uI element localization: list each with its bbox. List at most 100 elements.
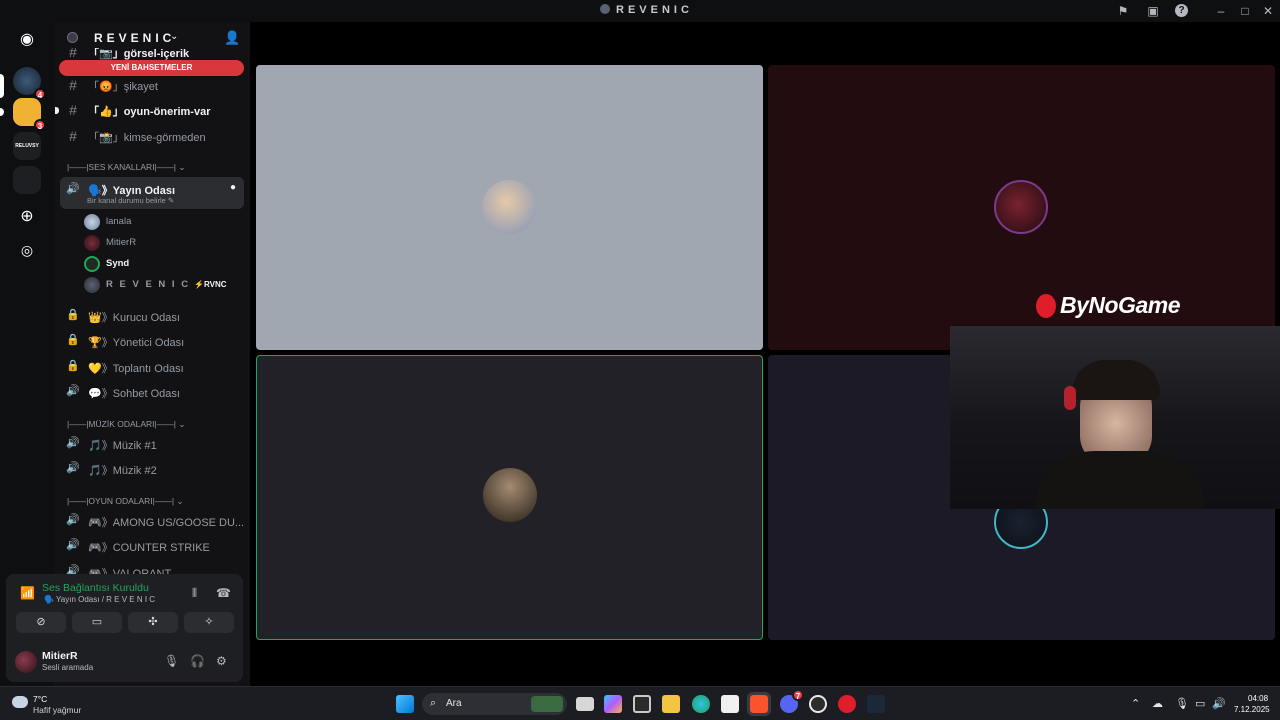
activities-button[interactable]: ✣	[128, 612, 178, 633]
voice-channel-muzik-2[interactable]: 🔊 🎵》Müzik #2	[60, 457, 244, 481]
server-badge: 3	[34, 119, 46, 131]
avatar	[84, 214, 100, 230]
speaker-icon: 🔊	[66, 462, 80, 474]
server-logo-icon	[600, 4, 610, 14]
headphones-icon[interactable]: 🎧	[190, 654, 205, 668]
brave-icon[interactable]	[747, 692, 771, 716]
add-server-icon[interactable]: ⊕	[13, 203, 41, 231]
server-tv[interactable]: 3	[13, 98, 46, 131]
volume-icon[interactable]: 🔊	[1212, 697, 1226, 710]
channel-label: 「📸」kimse-görmeden	[88, 132, 206, 144]
edge-icon[interactable]	[692, 695, 710, 713]
noise-suppression-icon[interactable]: ⫴	[192, 586, 197, 601]
category-music[interactable]: |——|MÜZİK ODALARI|——| ⌄	[67, 419, 185, 430]
weather-temp: 7°C	[33, 694, 48, 704]
channel-label: 💛》Toplantı Odası	[88, 363, 184, 375]
speaker-icon: 🔊	[66, 183, 80, 195]
server-name: REVENIC	[94, 31, 176, 45]
help-icon[interactable]: ?	[1175, 4, 1188, 17]
speaker-icon: 🔊	[66, 514, 80, 526]
voice-channel-toplanti[interactable]: 🔒 💛》Toplantı Odası	[60, 355, 244, 379]
screen-share-button[interactable]: ▭	[72, 612, 122, 633]
voice-channel-counter-strike[interactable]: 🔊 🎮》COUNTER STRIKE	[60, 534, 244, 558]
signal-icon[interactable]: 📶	[20, 586, 35, 600]
channel-kimse-gormeden[interactable]: # 「📸」kimse-görmeden	[60, 124, 244, 148]
store-icon[interactable]	[721, 695, 739, 713]
voice-stage: ByNoGame	[250, 22, 1280, 686]
headset-icon	[1064, 386, 1076, 410]
server-folder[interactable]: RELUVSY	[13, 132, 41, 160]
voice-channel-yayin-odasi[interactable]: 🔊 🗣️》Yayın Odası Bir kanal durumu belirl…	[60, 177, 244, 209]
voice-channel-kurucu[interactable]: 🔒 👑》Kurucu Odası	[60, 304, 244, 328]
maximize-icon[interactable]: □	[1237, 3, 1253, 19]
app-icon[interactable]	[809, 695, 827, 713]
camera-button[interactable]: ⊘	[16, 612, 66, 633]
discord-home-icon[interactable]: ◉	[13, 26, 41, 54]
channel-gorsel-icerik[interactable]: # 「📷」görsel-içerik	[60, 48, 244, 60]
window-title: REVENIC	[600, 4, 693, 16]
server-dark[interactable]	[13, 166, 41, 194]
voice-channel-sohbet[interactable]: 🔊 💬》Sohbet Odası	[60, 380, 244, 404]
channel-oyun-onerim-var[interactable]: # 「👍」oyun-önerim-var	[55, 98, 244, 122]
avatar	[994, 180, 1048, 234]
channel-label: 🎮》AMONG US/GOOSE DU...	[88, 517, 245, 529]
channel-sikayet[interactable]: # 「😡」şikayet	[60, 73, 244, 97]
speaker-icon: 🔊	[66, 437, 80, 449]
user-name[interactable]: MitierR	[42, 650, 78, 662]
inbox-icon[interactable]: ▣	[1145, 3, 1161, 19]
participant-tile-speaking[interactable]	[256, 355, 763, 640]
discover-icon[interactable]: ◎	[13, 236, 41, 264]
soundboard-button[interactable]: ✧	[184, 612, 234, 633]
network-icon[interactable]: ▭	[1195, 697, 1205, 710]
participant-tile[interactable]	[256, 65, 763, 350]
steam-icon[interactable]	[867, 695, 885, 713]
hashtag-icon: #	[69, 48, 77, 60]
chat-bubble-icon[interactable]: ●	[230, 182, 236, 193]
category-voice[interactable]: |——|SES KANALLARI|——| ⌄	[67, 162, 185, 173]
search-box[interactable]: ⌕ Ara	[422, 693, 567, 715]
voice-location[interactable]: 🗣️ Yayın Odası / R E V E N I C	[44, 595, 155, 604]
voice-channel-yonetici[interactable]: 🔒 🏆》Yönetici Odası	[60, 329, 244, 353]
avatar[interactable]	[15, 651, 37, 673]
close-icon[interactable]: ✕	[1260, 3, 1276, 19]
channel-label: 💬》Sohbet Odası	[88, 388, 180, 400]
lock-icon: 🔒	[66, 360, 80, 372]
member-tag: ⚡RVNC	[194, 280, 227, 289]
avatar	[84, 277, 100, 293]
channel-label: 🎮》COUNTER STRIKE	[88, 542, 210, 554]
member-name: lanala	[106, 216, 132, 227]
file-explorer-icon[interactable]	[662, 695, 680, 713]
invite-people-icon[interactable]: 👤	[224, 30, 240, 46]
gear-icon[interactable]: ⚙	[216, 654, 227, 668]
selected-indicator	[0, 74, 4, 98]
microphone-tray-icon[interactable]: 🎙	[1175, 697, 1189, 710]
speaker-icon: 🔊	[66, 385, 80, 397]
task-view-icon[interactable]	[576, 697, 594, 711]
webcam-overlay	[950, 326, 1280, 509]
minimize-icon[interactable]: –	[1213, 3, 1229, 19]
participant-tile[interactable]	[768, 65, 1275, 350]
microphone-icon[interactable]: 🎙	[164, 654, 179, 668]
server-icon	[67, 32, 78, 43]
channel-label: 🎵》Müzik #2	[88, 465, 157, 477]
disconnect-icon[interactable]: ☎	[216, 586, 231, 600]
onedrive-icon[interactable]: ☁	[1152, 697, 1163, 710]
search-placeholder: Ara	[446, 698, 462, 709]
voice-channel-muzik-1[interactable]: 🔊 🎵》Müzik #1	[60, 432, 244, 456]
lock-icon: 🔒	[66, 334, 80, 346]
voice-channel-among-us[interactable]: 🔊 🎮》AMONG US/GOOSE DU...	[60, 509, 244, 533]
search-icon: ⌕	[430, 697, 437, 709]
app-icon[interactable]	[633, 695, 651, 713]
start-icon[interactable]	[396, 695, 414, 713]
copilot-icon[interactable]	[604, 695, 622, 713]
voice-status[interactable]: Ses Bağlantısı Kuruldu	[42, 582, 149, 594]
discord-icon[interactable]: 7	[780, 689, 804, 713]
inbox-flag-icon[interactable]: ⚑	[1115, 3, 1131, 19]
category-games[interactable]: |——|OYUN ODALARI|——| ⌄	[67, 496, 184, 507]
avatar	[84, 256, 100, 272]
server-revenic[interactable]: 4	[13, 67, 46, 100]
channel-status-hint[interactable]: Bir kanal durumu belirle ✎	[87, 196, 174, 205]
app-icon[interactable]	[838, 695, 856, 713]
tray-expand-icon[interactable]: ⌃	[1131, 697, 1140, 710]
hashtag-icon: #	[69, 102, 77, 118]
